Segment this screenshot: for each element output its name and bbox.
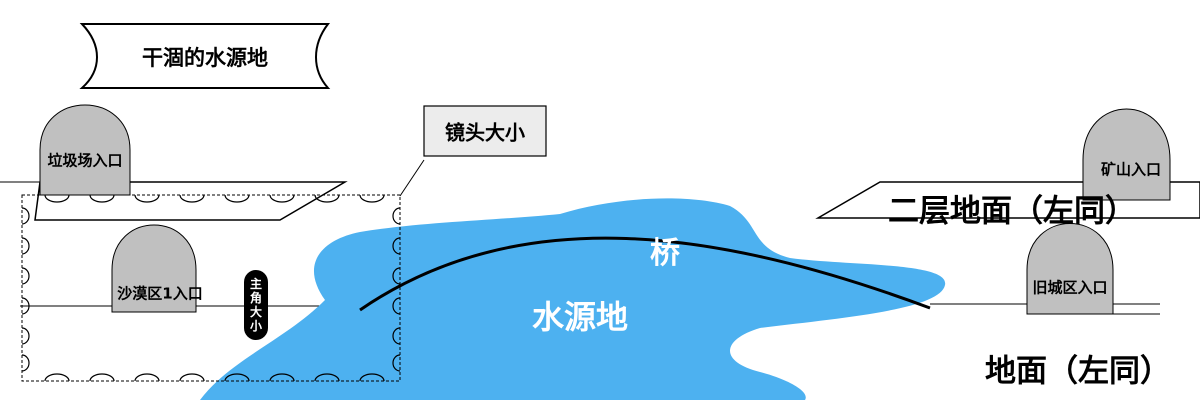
- camera-frame: [21, 194, 401, 382]
- desert-entrance-label: 沙漠区1入口: [117, 284, 203, 303]
- upper-ground-label: 二层地面（左同）: [888, 193, 1136, 230]
- oldtown-entrance-label: 旧城区入口: [1032, 278, 1108, 297]
- camera-callout-line: [399, 159, 425, 197]
- mine-entrance-label: 矿山入口: [1100, 160, 1162, 179]
- garbage-entrance-label: 垃圾场入口: [47, 151, 123, 170]
- oldtown-entrance: [1026, 223, 1114, 315]
- water-source-label: 水源地: [531, 298, 629, 336]
- bridge-label: 桥: [650, 236, 680, 271]
- player-size-label: 主角大小: [249, 277, 262, 333]
- camera-size-label: 镜头大小: [445, 120, 525, 145]
- page-title: 干涸的水源地: [142, 46, 268, 70]
- ground-label: 地面（左同）: [985, 353, 1171, 390]
